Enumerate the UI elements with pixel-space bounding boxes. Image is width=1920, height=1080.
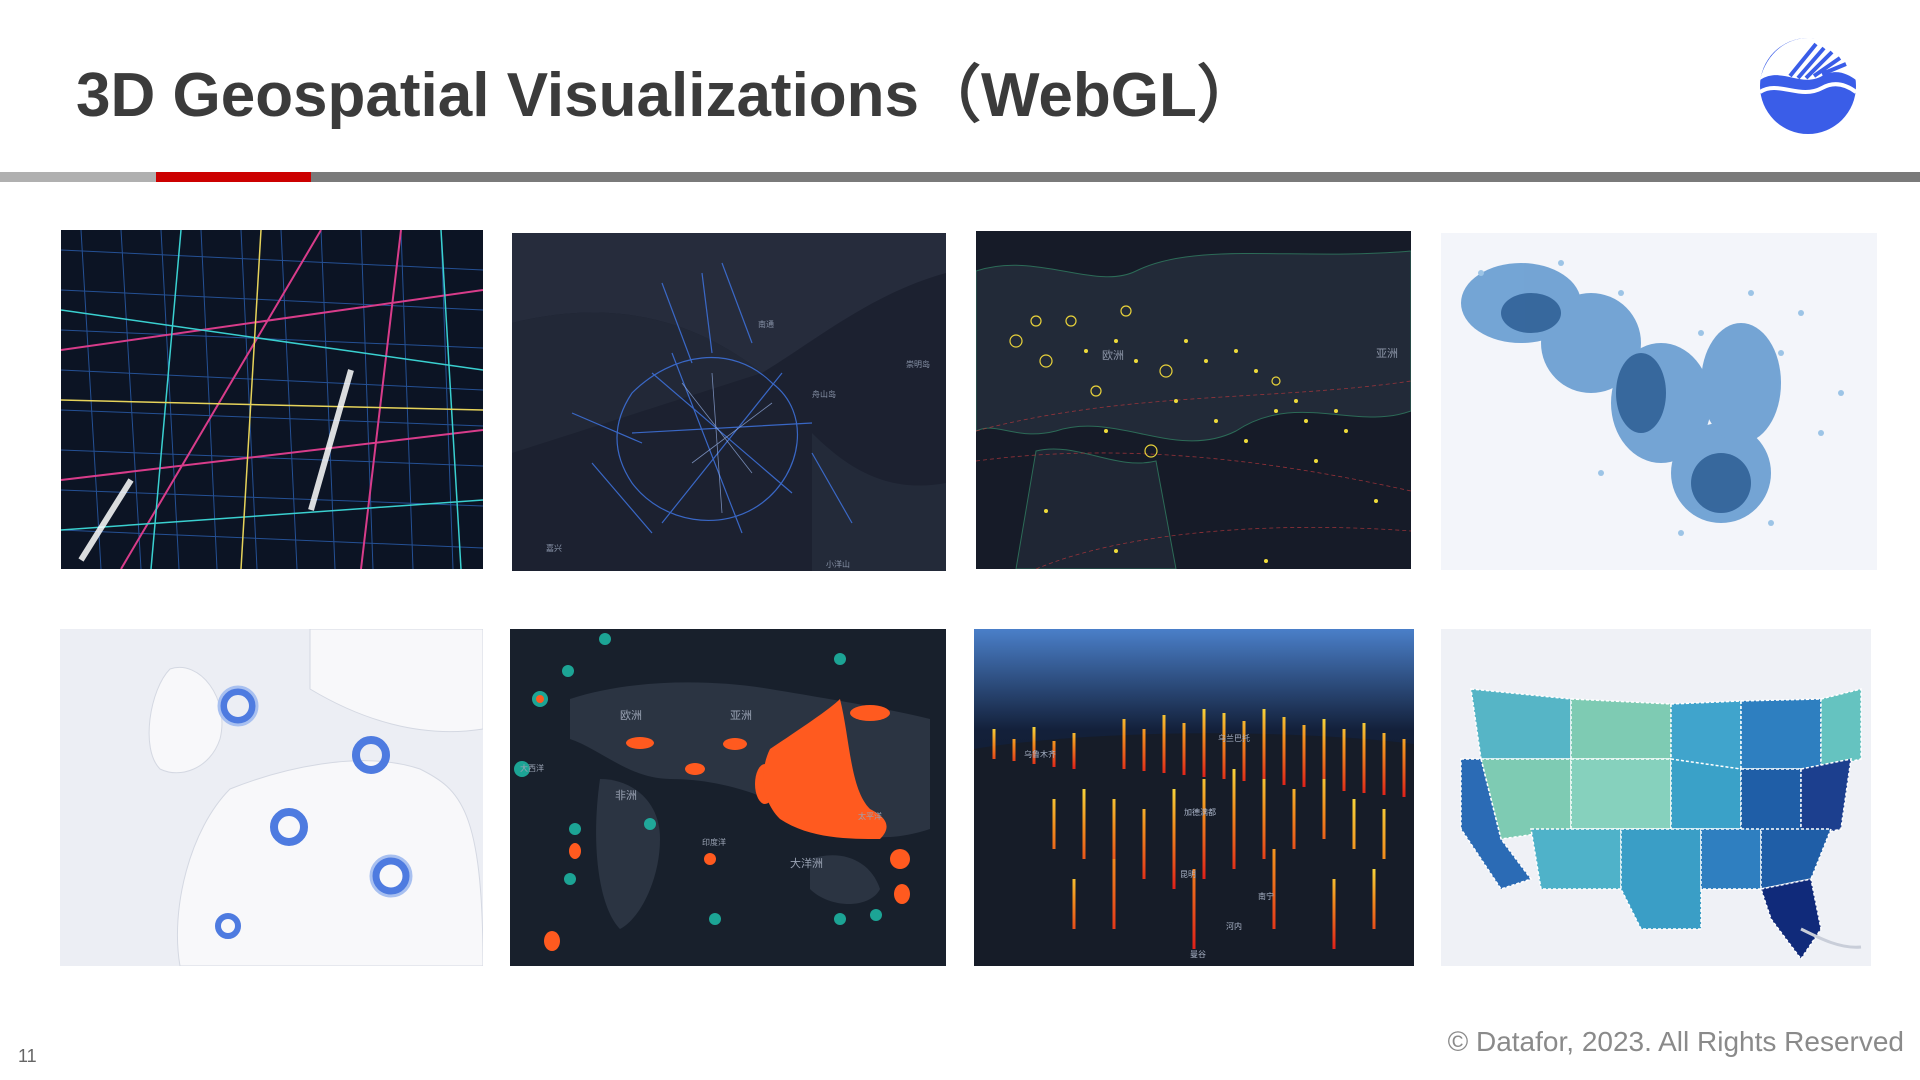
donut-markers-europe-map bbox=[60, 629, 483, 966]
map-label: 崇明岛 bbox=[906, 359, 930, 369]
slide-title: 3D Geospatial Visualizations（WebGL） bbox=[76, 61, 1259, 130]
map-label: 非洲 bbox=[615, 789, 637, 802]
map-label: 昆明 bbox=[1180, 870, 1196, 879]
header-rule-right bbox=[311, 172, 1920, 182]
map-label: 亚洲 bbox=[1376, 347, 1398, 360]
map-label: 欧洲 bbox=[620, 709, 642, 722]
flight-routes-map: 欧洲 亚洲 bbox=[976, 231, 1411, 569]
map-label: 小洋山 bbox=[826, 559, 850, 569]
copyright-text: © Datafor, 2023. All Rights Reserved bbox=[1447, 1026, 1904, 1057]
header-rule-left bbox=[0, 172, 156, 182]
header-rule-accent bbox=[156, 172, 311, 182]
city-road-network-map bbox=[61, 230, 483, 569]
map-label: 乌兰巴托 bbox=[1218, 733, 1250, 743]
map-label: 大洋洲 bbox=[790, 856, 823, 870]
map-label: 亚洲 bbox=[730, 709, 752, 722]
map-label: 嘉兴 bbox=[546, 543, 562, 553]
map-label: 曼谷 bbox=[1190, 950, 1206, 959]
map-label: 乌鲁木齐 bbox=[1024, 749, 1056, 759]
world-heatmap: 欧洲 亚洲 非洲 印度洋 大洋洲 大西洋 太平洋 bbox=[510, 629, 946, 966]
shanghai-transit-network-map: 南通 崇明岛 舟山岛 嘉兴 小洋山 bbox=[512, 233, 946, 571]
map-label: 欧洲 bbox=[1102, 349, 1124, 362]
map-label: 加德满都 bbox=[1184, 807, 1216, 817]
map-label: 河内 bbox=[1226, 921, 1242, 931]
scatter-density-map bbox=[1441, 233, 1877, 570]
datafor-logo-icon bbox=[1756, 36, 1860, 136]
map-label: 印度洋 bbox=[702, 837, 726, 847]
us-choropleth-map bbox=[1441, 629, 1871, 966]
map-label: 舟山岛 bbox=[812, 389, 836, 399]
map-label: 大西洋 bbox=[520, 763, 544, 773]
map-label: 南宁 bbox=[1258, 891, 1274, 901]
page-number: 11 bbox=[18, 1046, 37, 1066]
map-label: 南通 bbox=[758, 319, 774, 329]
3d-bar-map: 乌鲁木齐 乌兰巴托 昆明 河内 曼谷 加德满都 南宁 bbox=[974, 629, 1414, 966]
map-label: 太平洋 bbox=[858, 811, 882, 821]
